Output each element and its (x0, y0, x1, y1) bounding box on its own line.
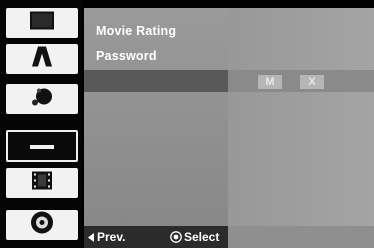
modify-button[interactable]: M (258, 75, 282, 89)
sidebar-item-language[interactable] (6, 44, 78, 74)
language-icon (31, 46, 53, 73)
menu-item-selected-highlight[interactable] (84, 70, 228, 92)
menu-item-movie-rating[interactable]: Movie Rating (84, 20, 228, 42)
setup-menu-screen: Movie Rating Password M X Prev. Select (0, 0, 374, 248)
footer-right-fill (228, 226, 374, 248)
sidebar-item-recording[interactable] (6, 168, 78, 198)
left-arrow-icon (88, 233, 94, 242)
audio-icon (30, 86, 54, 113)
category-sidebar (0, 0, 82, 248)
menu-item-password[interactable]: Password (84, 45, 228, 67)
select-button-icon (170, 231, 182, 243)
footer-bar: Prev. Select (84, 226, 228, 248)
sidebar-item-disc[interactable] (6, 210, 78, 240)
delete-button[interactable]: X (300, 75, 324, 89)
select-hint[interactable]: Select (170, 226, 219, 248)
display-icon (29, 11, 55, 36)
lock-menu-panel: Movie Rating Password (84, 8, 228, 226)
sidebar-item-audio[interactable] (6, 84, 78, 114)
prev-label: Prev. (97, 230, 126, 244)
prev-hint[interactable]: Prev. (88, 226, 125, 248)
select-label: Select (184, 230, 220, 244)
sidebar-item-lock[interactable] (6, 130, 78, 162)
lock-icon (29, 137, 55, 155)
sidebar-item-display[interactable] (6, 8, 78, 38)
disc-icon (30, 211, 54, 240)
option-panel: M X (228, 8, 374, 226)
film-icon (31, 171, 53, 196)
